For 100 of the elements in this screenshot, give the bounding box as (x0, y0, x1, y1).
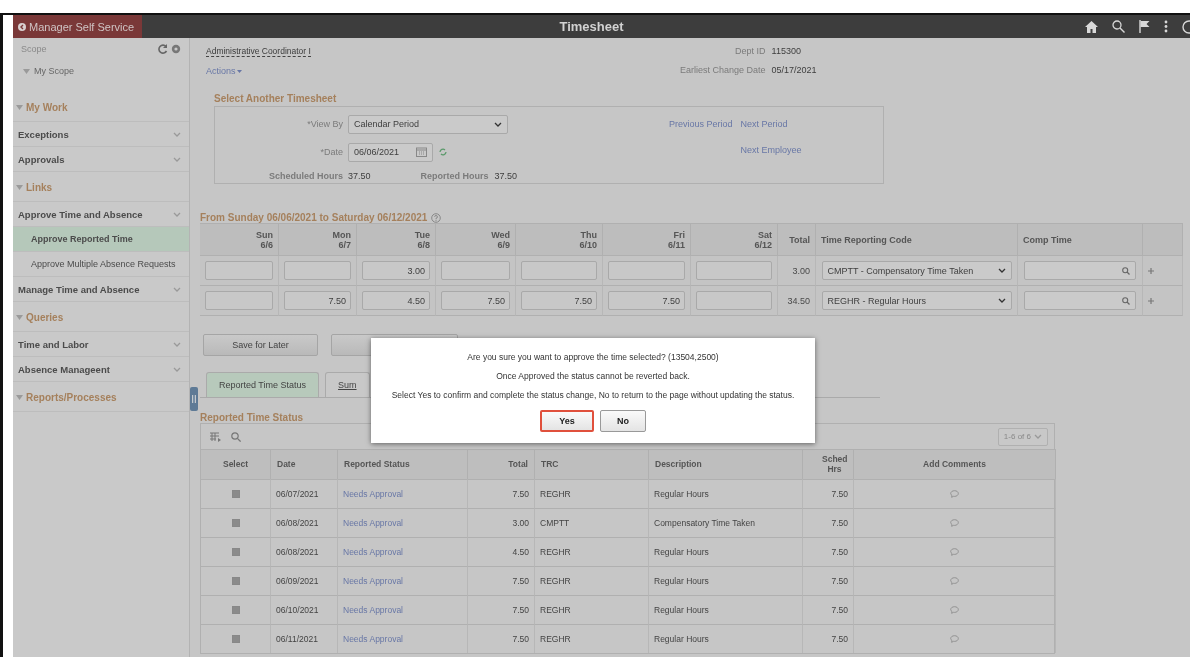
column-heading: Select (222, 459, 248, 470)
sidebar-item[interactable]: Approve Multiple Absence Requests (13, 252, 189, 277)
table-cell: 7.50 (512, 489, 529, 499)
help-icon[interactable] (431, 212, 442, 223)
column-heading: Add Comments (923, 459, 986, 470)
comment-icon[interactable] (950, 490, 959, 498)
grid-settings-icon[interactable] (210, 431, 221, 442)
date-label: *Date (319, 147, 343, 158)
row-checkbox[interactable] (231, 577, 240, 585)
triangle-down-icon[interactable] (16, 395, 23, 400)
dialog-message: Select Yes to confirm and complete the status change, No to return to the page without updating the status. (391, 390, 795, 400)
day-heading: Tue (414, 229, 430, 240)
add-row-icon[interactable] (1148, 296, 1154, 305)
day-heading: Fri (673, 229, 685, 240)
table-cell: REGHR (540, 634, 571, 644)
dialog-button[interactable]: No (600, 410, 646, 432)
hours-field[interactable] (521, 261, 597, 280)
table-cell: CMPTT (540, 518, 570, 528)
comment-icon[interactable] (950, 606, 959, 614)
comment-icon[interactable] (950, 577, 959, 585)
save-for-later-button[interactable]: Save for Later (203, 334, 318, 356)
hours-field[interactable]: 7.50 (441, 291, 510, 310)
job-title[interactable]: Administrative Coordinator I (206, 46, 311, 57)
hours-field[interactable] (608, 261, 685, 280)
table-cell: Regular Hours (654, 605, 709, 615)
row-checkbox[interactable] (231, 519, 240, 527)
hours-field[interactable]: 3.00 (362, 261, 430, 280)
hours-field[interactable] (205, 261, 273, 280)
table-cell: 06/11/2021 (276, 634, 318, 644)
row-checkbox[interactable] (231, 548, 240, 556)
chevron-down-icon (173, 131, 181, 137)
triangle-down-icon[interactable] (16, 185, 23, 190)
search-icon[interactable] (1112, 20, 1125, 33)
comment-icon[interactable] (950, 635, 959, 643)
hours-field[interactable] (205, 291, 273, 310)
table-cell: Regular Hours (654, 547, 709, 557)
row-checkbox[interactable] (231, 635, 240, 643)
day-date: 6/10 (579, 239, 597, 250)
comment-icon[interactable] (950, 519, 959, 527)
triangle-down-icon[interactable] (16, 105, 23, 110)
triangle-down-icon[interactable] (16, 315, 23, 320)
tab[interactable]: Reported Time Status (206, 372, 320, 397)
hours-field[interactable] (441, 261, 510, 280)
day-heading: Wed (491, 229, 510, 240)
hours-field[interactable] (696, 261, 772, 280)
comp-time-field[interactable] (1024, 291, 1136, 310)
change-date-value: 05/17/2021 (771, 65, 817, 75)
gear-icon[interactable] (171, 44, 181, 54)
dialog-message: Once Approved the status cannot be reverted back. (496, 371, 690, 381)
total-value: 3.00 (792, 265, 810, 276)
view-by-select[interactable]: Calendar Period (348, 114, 508, 134)
sidebar-item[interactable]: Approve Reported Time (13, 227, 189, 252)
more-icon[interactable] (1164, 20, 1168, 33)
sidebar-item[interactable]: Exceptions (13, 122, 189, 147)
table-cell: 7.50 (831, 634, 848, 644)
add-row-icon[interactable] (1148, 266, 1154, 275)
chevron-down-icon (173, 156, 181, 162)
home-icon[interactable] (1085, 20, 1098, 33)
page-title: Timesheet (559, 19, 624, 34)
comp-time-field[interactable] (1024, 261, 1136, 280)
week-title: From Sunday 06/06/2021 to Saturday 06/12/2021 (200, 212, 428, 223)
column-heading: TRC (541, 459, 559, 470)
chevron-down-icon (1034, 434, 1042, 439)
hours-field[interactable]: 4.50 (362, 291, 430, 310)
hours-field[interactable]: 7.50 (284, 291, 351, 310)
time-code-select[interactable]: REGHR - Regular Hours (821, 291, 1012, 310)
comment-icon[interactable] (950, 548, 959, 556)
day-date: 6/9 (497, 239, 510, 250)
time-code-select[interactable]: CMPTT - Compensatory Time Taken (821, 261, 1012, 280)
table-cell: 06/08/2021 (276, 518, 319, 528)
sidebar-item[interactable]: Manage Time and Absence (13, 277, 189, 302)
column-heading: Reported Status (344, 459, 410, 470)
grip-icon (192, 395, 196, 403)
hours-field[interactable]: 7.50 (608, 291, 685, 310)
table-cell: 7.50 (512, 576, 529, 586)
dialog-button[interactable]: Yes (540, 410, 594, 432)
hours-field[interactable]: 7.50 (521, 291, 597, 310)
tab[interactable]: Sum (325, 372, 370, 397)
hours-field[interactable] (284, 261, 351, 280)
date-field[interactable]: 06/06/2021 (348, 143, 433, 162)
refresh-icon[interactable] (439, 148, 447, 157)
scope-item[interactable]: My Scope (34, 66, 75, 76)
sidebar-item[interactable]: Approvals (13, 147, 189, 172)
sidebar-item[interactable]: Time and Labor (13, 332, 189, 357)
row-checkbox[interactable] (231, 490, 240, 498)
table-cell: 7.50 (512, 605, 529, 615)
search-icon[interactable] (1122, 296, 1130, 305)
collapse-handle[interactable] (190, 387, 198, 411)
search-icon[interactable] (1122, 266, 1130, 275)
table-cell: REGHR (540, 489, 571, 499)
back-button[interactable]: Manager Self Service (13, 15, 143, 38)
calendar-icon[interactable] (416, 147, 427, 158)
flag-icon[interactable] (1139, 20, 1150, 33)
day-date: 6/12 (754, 239, 772, 250)
table-cell: 3.00 (512, 518, 529, 528)
sidebar-item[interactable]: Absence Manageent (13, 357, 189, 382)
row-checkbox[interactable] (231, 606, 240, 614)
refresh-icon[interactable] (158, 44, 168, 54)
hours-field[interactable] (696, 291, 772, 310)
scope-label: Scope (21, 44, 47, 54)
